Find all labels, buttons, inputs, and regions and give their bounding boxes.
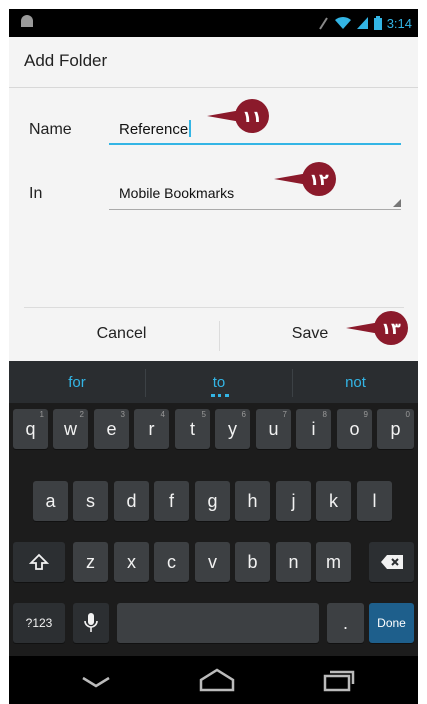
key-label: t	[189, 418, 195, 439]
wifi-icon	[334, 16, 351, 29]
key-w[interactable]: w2	[53, 409, 88, 449]
status-bar: 3:14	[9, 9, 418, 37]
button-bar-divider	[24, 307, 404, 308]
phone-screen: 3:14 Add Folder Name Reference In Mobile…	[9, 9, 418, 704]
key-p[interactable]: p0	[377, 409, 414, 449]
key-i[interactable]: i8	[296, 409, 331, 449]
cell-signal-icon	[356, 17, 368, 29]
key-n[interactable]: n	[276, 542, 311, 582]
more-suggestions-indicator	[211, 394, 229, 400]
recent-apps-button[interactable]	[321, 666, 357, 694]
key-v[interactable]: v	[195, 542, 230, 582]
shift-key[interactable]	[13, 542, 65, 582]
key-label: u	[268, 418, 279, 439]
soft-keyboard: for to not q1 w2 e3 r4 t5 y6 u7 i8 o9 p0…	[9, 361, 418, 656]
key-hint: 6	[241, 410, 246, 419]
folder-name-value: Reference	[119, 121, 189, 138]
suggestion-strip: for to not	[9, 361, 418, 403]
key-o[interactable]: o9	[337, 409, 372, 449]
key-t[interactable]: t5	[175, 409, 210, 449]
voice-input-key[interactable]	[73, 603, 109, 643]
key-hint: 2	[79, 410, 84, 419]
key-d[interactable]: d	[114, 481, 149, 521]
key-u[interactable]: u7	[256, 409, 291, 449]
status-time: 3:14	[386, 15, 412, 31]
key-label: p	[390, 418, 401, 439]
key-h[interactable]: h	[235, 481, 270, 521]
battery-icon	[373, 16, 382, 30]
callout-12: ١٢	[274, 162, 344, 196]
key-x[interactable]: x	[114, 542, 149, 582]
parent-folder-value: Mobile Bookmarks	[119, 185, 235, 201]
key-label: o	[349, 418, 360, 439]
key-hint: 1	[39, 410, 44, 419]
space-key[interactable]	[117, 603, 319, 643]
key-hint: 3	[120, 410, 125, 419]
callout-number: ١٣	[374, 311, 408, 345]
key-label: w	[64, 418, 77, 439]
callout-number: ١١	[235, 99, 269, 133]
key-hint: 4	[160, 410, 165, 419]
key-hint: 7	[282, 410, 287, 419]
key-s[interactable]: s	[73, 481, 108, 521]
symbols-key[interactable]: ?123	[13, 603, 65, 643]
key-c[interactable]: c	[154, 542, 189, 582]
key-hint: 9	[363, 410, 368, 419]
key-hint: 8	[322, 410, 327, 419]
dropdown-arrow-icon	[393, 199, 401, 207]
key-b[interactable]: b	[235, 542, 270, 582]
callout-11: ١١	[207, 99, 277, 133]
back-button[interactable]	[79, 666, 113, 694]
key-g[interactable]: g	[195, 481, 230, 521]
key-z[interactable]: z	[73, 542, 108, 582]
title-divider	[9, 87, 418, 88]
key-a[interactable]: a	[33, 481, 68, 521]
suggestion-item[interactable]: for	[9, 361, 145, 403]
key-y[interactable]: y6	[215, 409, 250, 449]
android-debug-icon	[21, 15, 33, 27]
parent-folder-select[interactable]: Mobile Bookmarks	[109, 179, 401, 210]
key-e[interactable]: e3	[94, 409, 129, 449]
in-label: In	[29, 185, 43, 202]
text-cursor	[189, 120, 192, 137]
key-hint: 0	[405, 410, 410, 419]
shift-icon	[29, 553, 49, 570]
navigation-bar	[9, 656, 418, 704]
backspace-key[interactable]	[369, 542, 414, 582]
signal-icon	[318, 17, 328, 30]
cancel-button[interactable]: Cancel	[24, 309, 219, 359]
key-label: q	[25, 418, 36, 439]
key-m[interactable]: m	[316, 542, 351, 582]
done-key[interactable]: Done	[369, 603, 414, 643]
key-l[interactable]: l	[357, 481, 392, 521]
period-key[interactable]: .	[327, 603, 364, 643]
key-hint: 5	[201, 410, 206, 419]
dialog-title: Add Folder	[24, 51, 108, 70]
microphone-icon	[84, 613, 98, 632]
suggestion-item[interactable]: not	[293, 361, 418, 403]
callout-13: ١٣	[346, 311, 416, 345]
key-k[interactable]: k	[316, 481, 351, 521]
name-label: Name	[29, 121, 72, 138]
key-f[interactable]: f	[154, 481, 189, 521]
key-j[interactable]: j	[276, 481, 311, 521]
callout-number: ١٢	[302, 162, 336, 196]
backspace-icon	[380, 555, 403, 569]
key-label: y	[228, 418, 237, 439]
key-label: e	[106, 418, 117, 439]
home-button[interactable]	[197, 666, 237, 694]
key-label: i	[311, 418, 316, 439]
key-r[interactable]: r4	[134, 409, 169, 449]
key-label: r	[148, 418, 155, 439]
key-q[interactable]: q1	[13, 409, 48, 449]
